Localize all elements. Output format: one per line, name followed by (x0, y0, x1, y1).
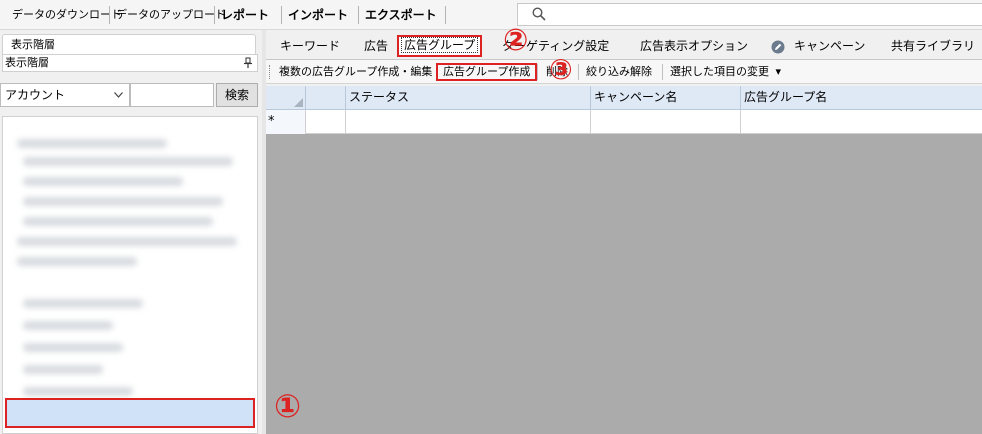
account-select-value: アカウント (5, 88, 66, 102)
upload-button[interactable]: データのアップロード (116, 6, 226, 24)
hierarchy-header-label: 表示階層 (5, 56, 49, 69)
toolbar-separator (214, 6, 215, 24)
toolbar-separator (662, 64, 663, 80)
tree-item[interactable] (23, 365, 103, 374)
tree-item[interactable] (23, 177, 183, 186)
table-row-new[interactable]: * (266, 110, 982, 134)
adgroup-grid[interactable]: ステータス キャンペーン名 広告グループ名 * (266, 86, 982, 434)
create-adgroup-button[interactable]: 広告グループ作成 (436, 63, 538, 81)
select-all-icon (294, 98, 303, 107)
hierarchy-header: 表示階層 (2, 54, 258, 72)
tab-ad-options[interactable]: 広告表示オプション (640, 36, 748, 56)
tab-adgroup[interactable]: 広告グループ (397, 35, 483, 57)
toolbar-separator (537, 64, 538, 80)
annotation-one: ① (274, 387, 302, 425)
change-selected-button[interactable]: 選択した項目の変更 ▾ (670, 63, 781, 81)
tab-keyword[interactable]: キーワード (280, 36, 340, 56)
account-select[interactable]: アカウント (0, 83, 130, 107)
clear-filter-button[interactable]: 絞り込み解除 (586, 63, 652, 81)
annotation-two: ② (503, 23, 529, 58)
tree-item[interactable] (17, 257, 137, 266)
tree-item[interactable] (23, 157, 233, 166)
hierarchy-search-input[interactable] (130, 83, 214, 107)
tab-campaign[interactable]: キャンペーン (794, 36, 865, 56)
column-header-status[interactable]: ステータス (346, 86, 591, 110)
table-cell[interactable] (346, 110, 591, 134)
tree-item[interactable] (23, 343, 123, 352)
download-button[interactable]: データのダウンロード (12, 6, 122, 24)
global-search-input[interactable] (517, 3, 982, 26)
campaign-edit-icon (771, 40, 785, 54)
toolbar-grip-icon[interactable] (269, 65, 272, 79)
table-cell[interactable] (306, 110, 346, 134)
toolbar-separator (109, 6, 110, 24)
report-button[interactable]: レポート (221, 6, 269, 24)
tree-item[interactable] (23, 299, 143, 308)
select-all-corner[interactable] (266, 86, 306, 110)
tree-item[interactable] (23, 387, 133, 396)
new-row-marker: * (266, 110, 306, 134)
tree-item[interactable] (17, 237, 237, 246)
toolbar-separator (445, 6, 446, 24)
bulk-create-button[interactable]: 複数の広告グループ作成・編集 (279, 63, 432, 81)
export-button[interactable]: エクスポート (365, 6, 437, 24)
grid-header-blank (306, 86, 346, 110)
tree-item[interactable] (23, 197, 223, 206)
hierarchy-tab[interactable]: 表示階層 (2, 34, 256, 54)
hierarchy-search-button[interactable]: 検索 (216, 83, 258, 107)
tree-item-selected[interactable] (5, 398, 255, 428)
grid-header-row: ステータス キャンペーン名 広告グループ名 (266, 86, 982, 110)
tab-adgroup-label: 広告グループ (401, 37, 479, 53)
action-toolbar: 複数の広告グループ作成・編集 広告グループ作成 削除 絞り込み解除 選択した項目… (266, 60, 982, 84)
pin-icon[interactable] (243, 57, 253, 69)
column-header-campaign[interactable]: キャンペーン名 (591, 86, 741, 110)
tree-item[interactable] (23, 321, 113, 330)
entity-tabbar: キーワード 広告 広告グループ ターゲティング設定 広告表示オプション キャンペ… (266, 30, 982, 60)
top-toolbar: データのダウンロード データのアップロード レポート インポート エクスポート (0, 0, 982, 30)
table-cell[interactable] (591, 110, 741, 134)
toolbar-separator (358, 6, 359, 24)
chevron-down-icon (114, 92, 123, 98)
hierarchy-tree[interactable] (2, 116, 258, 434)
tab-ad[interactable]: 広告 (364, 36, 388, 56)
search-icon (532, 7, 546, 21)
toolbar-separator (281, 6, 282, 24)
dropdown-arrow-icon: ▾ (775, 65, 782, 78)
toolbar-separator (578, 64, 579, 80)
main-pane: キーワード 広告 広告グループ ターゲティング設定 広告表示オプション キャンペ… (266, 30, 982, 434)
annotation-three: ③ (549, 53, 573, 86)
tree-item[interactable] (23, 217, 213, 226)
import-button[interactable]: インポート (288, 6, 348, 24)
tree-item[interactable] (17, 139, 167, 148)
column-header-adgroup[interactable]: 広告グループ名 (741, 86, 982, 110)
hierarchy-pane: 表示階層 表示階層 アカウント 検索 (0, 30, 262, 434)
tab-shared-library[interactable]: 共有ライブラリ (891, 36, 975, 56)
table-cell[interactable] (741, 110, 982, 134)
change-selected-label: 選択した項目の変更 (670, 65, 769, 78)
